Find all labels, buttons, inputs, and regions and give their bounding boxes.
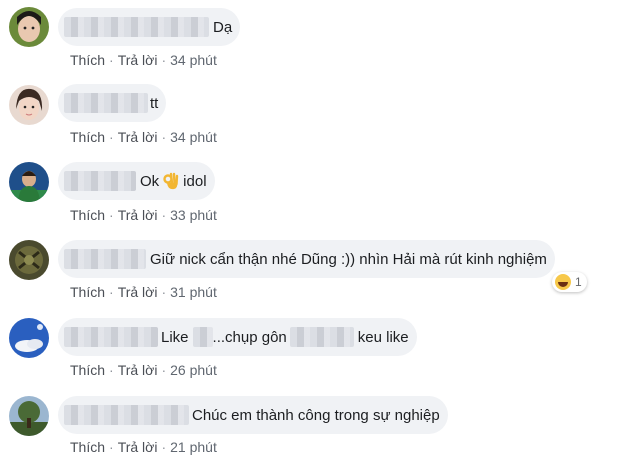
like-link[interactable]: Thích (70, 207, 105, 223)
blurred-mention[interactable] (192, 327, 213, 347)
like-link[interactable]: Thích (70, 129, 105, 145)
avatar[interactable] (9, 162, 49, 202)
blurred-username[interactable] (64, 17, 209, 37)
reply-link[interactable]: Trả lời (118, 362, 158, 378)
timestamp[interactable]: 26 phút (170, 362, 217, 378)
comment-text: Like (161, 328, 189, 346)
laugh-emoji-icon (555, 274, 571, 290)
comment-text: tt (150, 94, 159, 112)
avatar[interactable] (9, 318, 49, 358)
reply-link[interactable]: Trả lời (118, 52, 158, 68)
comment-bubble: Chúc em thành công trong sự nghiệp (58, 396, 448, 434)
like-link[interactable]: Thích (70, 362, 105, 378)
blurred-username[interactable] (64, 93, 148, 113)
reaction-badge[interactable]: 1 (552, 272, 587, 292)
timestamp[interactable]: 21 phút (170, 439, 217, 455)
comment-actions: Thích · Trả lời · 21 phút (70, 439, 217, 455)
comment-text: Ok (140, 172, 160, 190)
reply-link[interactable]: Trả lời (118, 207, 158, 223)
comment-bubble: Like ...chụp gôn keu like (58, 318, 417, 356)
comment-actions: Thích · Trả lời · 34 phút (70, 129, 217, 145)
reaction-count: 1 (575, 275, 582, 289)
comment-text: Giữ nick cẩn thận nhé Dũng :)) nhìn Hải … (150, 250, 547, 268)
blurred-username[interactable] (64, 405, 189, 425)
comment-text: Chúc em thành công trong sự nghiệp (192, 406, 440, 424)
comment-actions: Thích · Trả lời · 34 phút (70, 52, 217, 68)
comment-text-3: keu like (357, 328, 409, 346)
blurred-mention[interactable] (289, 327, 354, 347)
timestamp[interactable]: 31 phút (170, 284, 217, 300)
comment-text-2: ...chụp gôn (212, 328, 287, 346)
blurred-username[interactable] (64, 327, 158, 347)
comment-bubble: Giữ nick cẩn thận nhé Dũng :)) nhìn Hải … (58, 240, 555, 278)
blurred-username[interactable] (64, 171, 136, 191)
comment-actions: Thích · Trả lời · 33 phút (70, 207, 217, 223)
comment-text: Dạ (213, 18, 233, 36)
avatar[interactable] (9, 85, 49, 125)
avatar[interactable] (9, 240, 49, 280)
like-link[interactable]: Thích (70, 52, 105, 68)
comment-text-2: idol (183, 172, 207, 190)
ok-hand-icon (162, 171, 180, 191)
timestamp[interactable]: 34 phút (170, 129, 217, 145)
avatar[interactable] (9, 396, 49, 436)
blurred-username[interactable] (64, 249, 146, 269)
comment-actions: Thích · Trả lời · 31 phút (70, 284, 217, 300)
timestamp[interactable]: 34 phút (170, 52, 217, 68)
avatar[interactable] (9, 7, 49, 47)
comment-bubble: tt (58, 84, 167, 122)
like-link[interactable]: Thích (70, 284, 105, 300)
comment-actions: Thích · Trả lời · 26 phút (70, 362, 217, 378)
like-link[interactable]: Thích (70, 439, 105, 455)
timestamp[interactable]: 33 phút (170, 207, 217, 223)
reply-link[interactable]: Trả lời (118, 284, 158, 300)
comment-bubble: Dạ (58, 8, 241, 46)
reply-link[interactable]: Trả lời (118, 439, 158, 455)
comment-bubble: Ok idol (58, 162, 215, 200)
reply-link[interactable]: Trả lời (118, 129, 158, 145)
